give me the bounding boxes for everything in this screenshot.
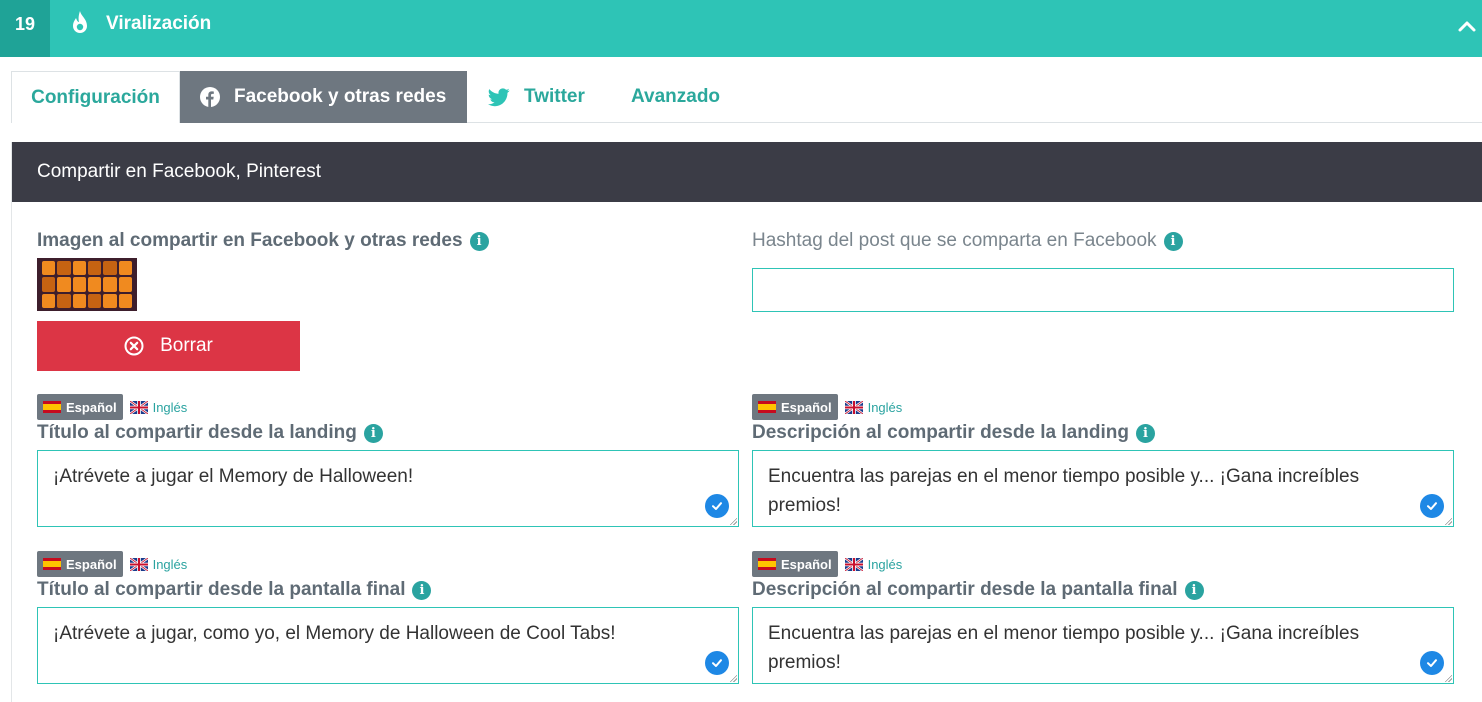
lang-en-button[interactable]: Inglés (129, 400, 187, 415)
lang-es-button[interactable]: Español (37, 394, 123, 420)
tab-configuracion[interactable]: Configuración (11, 71, 180, 123)
title-final-label: Título al compartir desde la pantalla fi… (37, 579, 432, 601)
uk-flag-icon (844, 400, 863, 414)
spain-flag-icon (43, 401, 61, 413)
image-label: Imagen al compartir en Facebook y otras … (37, 230, 489, 252)
info-icon[interactable]: i (363, 423, 383, 443)
panel-title: Compartir en Facebook, Pinterest (12, 142, 1482, 202)
facebook-icon (200, 87, 220, 107)
lang-es-button[interactable]: Español (37, 551, 123, 577)
uk-flag-icon (844, 557, 863, 571)
hashtag-label: Hashtag del post que se comparta en Face… (752, 230, 1183, 252)
lang-en-button[interactable]: Inglés (844, 557, 902, 572)
tab-avanzado[interactable]: Avanzado (631, 71, 720, 123)
check-icon (705, 651, 729, 675)
chevron-up-icon[interactable] (1456, 15, 1478, 37)
tab-twitter[interactable]: Twitter (488, 71, 585, 123)
tab-bar: Configuración Facebook y otras redes Twi… (11, 71, 1482, 123)
resize-handle[interactable] (1444, 517, 1452, 525)
uk-flag-icon (129, 557, 148, 571)
hashtag-input[interactable] (752, 268, 1454, 312)
desc-final-label: Descripción al compartir desde la pantal… (752, 579, 1204, 601)
lang-en-button[interactable]: Inglés (129, 557, 187, 572)
tab-facebook[interactable]: Facebook y otras redes (180, 71, 467, 123)
twitter-icon (488, 87, 510, 106)
check-icon (1420, 651, 1444, 675)
section-header[interactable]: 19 Viralización (0, 0, 1482, 57)
title-final-textarea[interactable]: ¡Atrévete a jugar, como yo, el Memory de… (37, 607, 739, 684)
lang-es-button[interactable]: Español (752, 394, 838, 420)
delete-image-button[interactable]: Borrar (37, 321, 300, 371)
close-circle-icon (124, 336, 144, 356)
spain-flag-icon (758, 558, 776, 570)
fire-icon (73, 11, 87, 33)
resize-handle[interactable] (1444, 674, 1452, 682)
lang-en-button[interactable]: Inglés (844, 400, 902, 415)
check-icon (705, 494, 729, 518)
info-icon[interactable]: i (1163, 231, 1183, 251)
desc-landing-textarea[interactable]: Encuentra las parejas en el menor tiempo… (752, 450, 1454, 527)
resize-handle[interactable] (729, 674, 737, 682)
language-switch: Español Inglés (37, 551, 187, 577)
desc-final-textarea[interactable]: Encuentra las parejas en el menor tiempo… (752, 607, 1454, 684)
language-switch: Español Inglés (752, 551, 902, 577)
info-icon[interactable]: i (1184, 580, 1204, 600)
spain-flag-icon (758, 401, 776, 413)
info-icon[interactable]: i (1135, 423, 1155, 443)
spain-flag-icon (43, 558, 61, 570)
check-icon (1420, 494, 1444, 518)
desc-landing-label: Descripción al compartir desde la landin… (752, 422, 1155, 444)
title-landing-label: Título al compartir desde la landing i (37, 422, 383, 444)
info-icon[interactable]: i (469, 231, 489, 251)
resize-handle[interactable] (729, 517, 737, 525)
lang-es-button[interactable]: Español (752, 551, 838, 577)
step-number: 19 (0, 0, 50, 57)
share-image-thumbnail (37, 258, 137, 311)
title-landing-textarea[interactable]: ¡Atrévete a jugar el Memory de Halloween… (37, 450, 739, 527)
section-title: Viralización (106, 13, 212, 34)
uk-flag-icon (129, 400, 148, 414)
language-switch: Español Inglés (752, 394, 902, 420)
language-switch: Español Inglés (37, 394, 187, 420)
info-icon[interactable]: i (412, 580, 432, 600)
